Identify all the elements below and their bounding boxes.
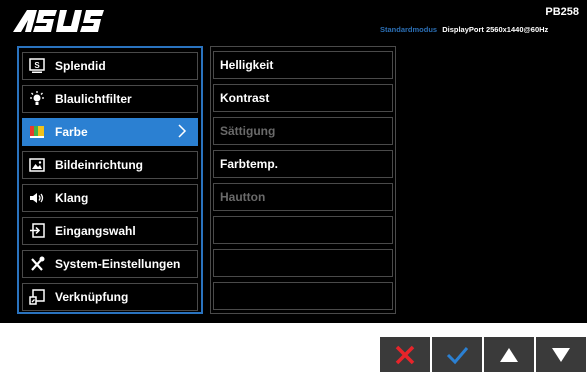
close-icon [395,345,415,364]
menu-item-label: Klang [55,191,89,205]
main-menu: S Splendid Blaulichtfilter Farbe Bildein… [17,46,203,314]
submenu-item-farbtemp[interactable]: Farbtemp. [213,150,393,178]
splendid-icon: S [29,58,45,74]
menu-item-farbe[interactable]: Farbe [22,118,198,146]
down-button[interactable] [536,337,586,372]
menu-item-label: Blaulichtfilter [55,92,132,106]
menu-item-label: Eingangswahl [55,224,136,238]
menu-item-label: System-Einstellungen [55,257,181,271]
image-icon [29,157,45,173]
submenu: Helligkeit Kontrast Sättigung Farbtemp. … [210,46,396,314]
up-button[interactable] [484,337,534,372]
menu-item-label: Splendid [55,59,106,73]
submenu-item-saettigung: Sättigung [213,117,393,145]
asus-logo [13,10,104,32]
svg-text:S: S [34,61,40,70]
status-mode: Standardmodus [380,25,438,34]
submenu-item-empty [213,249,393,277]
input-icon [29,223,45,239]
submenu-item-empty [213,282,393,310]
submenu-item-kontrast[interactable]: Kontrast [213,84,393,112]
speaker-icon [29,190,45,206]
shortcut-icon [29,289,45,305]
menu-item-label: Farbe [55,125,88,139]
status-line: Standardmodus DisplayPort 2560x1440@60Hz [380,25,548,34]
check-icon [446,346,469,364]
model-name: PB258 [545,6,579,18]
menu-item-verknuepfung[interactable]: Verknüpfung [22,283,198,311]
confirm-button[interactable] [432,337,482,372]
color-icon [29,124,45,140]
arrow-up-icon [500,347,518,362]
arrow-down-icon [552,347,570,362]
chevron-right-icon [178,124,187,138]
menu-item-splendid[interactable]: S Splendid [22,52,198,80]
menu-item-label: Verknüpfung [55,290,129,304]
menu-item-bildeinrichtung[interactable]: Bildeinrichtung [22,151,198,179]
navigation-bar [380,337,587,372]
wrench-icon [29,256,45,272]
menu-item-system-einstellungen[interactable]: System-Einstellungen [22,250,198,278]
menu-item-blaulichtfilter[interactable]: Blaulichtfilter [22,85,198,113]
close-button[interactable] [380,337,430,372]
submenu-item-hautton: Hautton [213,183,393,211]
menu-item-klang[interactable]: Klang [22,184,198,212]
osd-panel: PB258 Standardmodus DisplayPort 2560x144… [0,0,587,323]
status-info: DisplayPort 2560x1440@60Hz [442,25,549,34]
submenu-item-empty [213,216,393,244]
menu-item-label: Bildeinrichtung [55,158,143,172]
submenu-item-helligkeit[interactable]: Helligkeit [213,51,393,79]
blue-light-icon [29,91,45,107]
menu-item-eingangswahl[interactable]: Eingangswahl [22,217,198,245]
